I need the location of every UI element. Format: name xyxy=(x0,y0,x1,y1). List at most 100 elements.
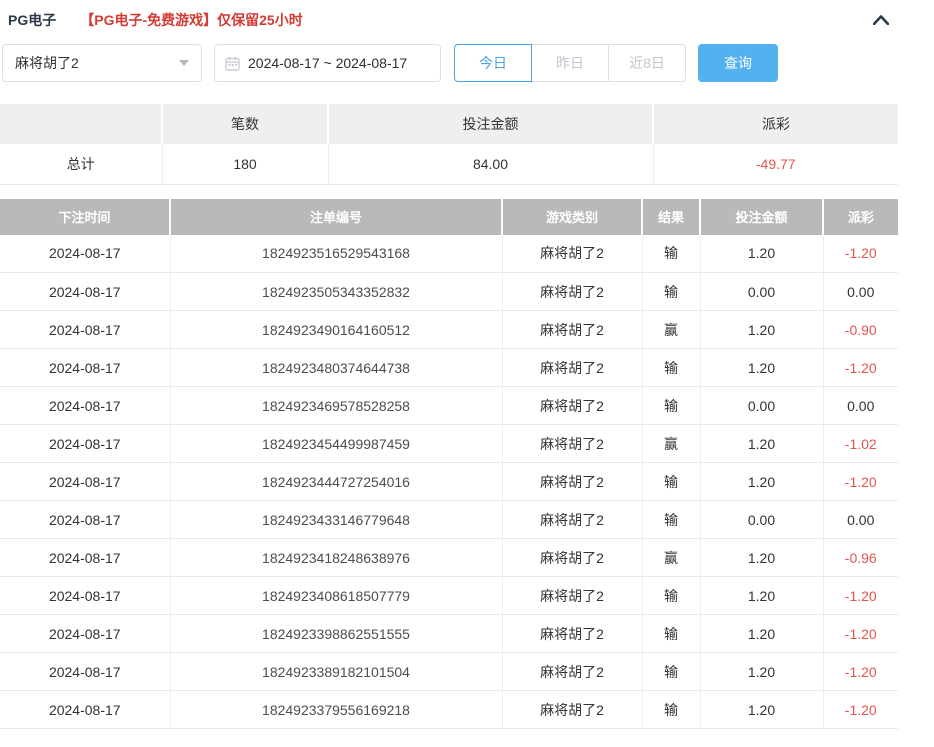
bet-date: 2024-08-17 xyxy=(0,463,170,501)
table-row: 2024-08-171824923444727254016麻将胡了2输1.20-… xyxy=(0,463,898,501)
bet-id: 1824923398862551555 xyxy=(170,615,502,653)
bet-id: 1824923454499987459 xyxy=(170,425,502,463)
col-game-type: 游戏类别 xyxy=(502,199,642,235)
bet-date: 2024-08-17 xyxy=(0,425,170,463)
quick-range-group: 今日 昨日 近8日 xyxy=(454,44,686,82)
col-result: 结果 xyxy=(642,199,700,235)
bet-date: 2024-08-17 xyxy=(0,615,170,653)
date-range-input[interactable]: 2024-08-17 ~ 2024-08-17 xyxy=(214,44,441,82)
bet-game: 麻将胡了2 xyxy=(502,653,642,691)
page-title: PG电子 xyxy=(8,10,56,30)
last-8-days-button[interactable]: 近8日 xyxy=(608,44,686,82)
bet-date: 2024-08-17 xyxy=(0,501,170,539)
bet-date: 2024-08-17 xyxy=(0,273,170,311)
bet-amount: 1.20 xyxy=(700,425,823,463)
table-row: 2024-08-171824923408618507779麻将胡了2输1.20-… xyxy=(0,577,898,615)
bet-result: 输 xyxy=(642,273,700,311)
table-row: 2024-08-171824923469578528258麻将胡了2输0.000… xyxy=(0,387,898,425)
bet-result: 输 xyxy=(642,653,700,691)
bet-game: 麻将胡了2 xyxy=(502,463,642,501)
calendar-icon xyxy=(225,56,240,71)
summary-total-bet-amount: 84.00 xyxy=(328,144,653,184)
notice-text: 【PG电子-免费游戏】仅保留25小时 xyxy=(80,10,302,30)
game-select[interactable]: 麻将胡了2 xyxy=(2,44,202,82)
game-select-value: 麻将胡了2 xyxy=(15,53,79,73)
col-bet-time: 下注时间 xyxy=(0,199,170,235)
table-row: 2024-08-171824923516529543168麻将胡了2输1.20-… xyxy=(0,235,898,273)
bet-amount: 1.20 xyxy=(700,577,823,615)
bet-amount: 1.20 xyxy=(700,653,823,691)
table-row: 2024-08-171824923398862551555麻将胡了2输1.20-… xyxy=(0,615,898,653)
bet-date: 2024-08-17 xyxy=(0,349,170,387)
chevron-up-icon[interactable] xyxy=(872,11,890,29)
bet-amount: 1.20 xyxy=(700,615,823,653)
bet-id: 1824923480374644738 xyxy=(170,349,502,387)
bet-date: 2024-08-17 xyxy=(0,235,170,273)
bet-date: 2024-08-17 xyxy=(0,577,170,615)
bet-game: 麻将胡了2 xyxy=(502,691,642,729)
bets-header-row: 下注时间 注单编号 游戏类别 结果 投注金额 派彩 xyxy=(0,199,898,235)
col-bet-amount: 投注金额 xyxy=(700,199,823,235)
summary-total-row: 总计 180 84.00 -49.77 xyxy=(0,144,898,184)
table-row: 2024-08-171824923389182101504麻将胡了2输1.20-… xyxy=(0,653,898,691)
bet-payout: 0.00 xyxy=(823,273,898,311)
bet-payout: -1.20 xyxy=(823,349,898,387)
bets-table-body: 2024-08-171824923516529543168麻将胡了2输1.20-… xyxy=(0,235,898,729)
bet-game: 麻将胡了2 xyxy=(502,273,642,311)
bet-amount: 1.20 xyxy=(700,235,823,273)
bet-result: 输 xyxy=(642,501,700,539)
col-bet-id: 注单编号 xyxy=(170,199,502,235)
bet-result: 赢 xyxy=(642,425,700,463)
bets-table: 下注时间 注单编号 游戏类别 结果 投注金额 派彩 2024-08-171824… xyxy=(0,199,898,730)
bet-payout: -1.20 xyxy=(823,463,898,501)
bet-payout: -0.96 xyxy=(823,539,898,577)
bet-payout: -1.20 xyxy=(823,653,898,691)
bet-result: 输 xyxy=(642,387,700,425)
date-range-value: 2024-08-17 ~ 2024-08-17 xyxy=(248,55,407,71)
bet-date: 2024-08-17 xyxy=(0,653,170,691)
bet-game: 麻将胡了2 xyxy=(502,387,642,425)
bet-game: 麻将胡了2 xyxy=(502,349,642,387)
summary-total-label: 总计 xyxy=(0,144,162,184)
bet-payout: 0.00 xyxy=(823,501,898,539)
bet-payout: -1.20 xyxy=(823,615,898,653)
summary-table: 笔数 投注金额 派彩 总计 180 84.00 -49.77 xyxy=(0,104,898,185)
bet-id: 1824923516529543168 xyxy=(170,235,502,273)
bet-payout: -1.02 xyxy=(823,425,898,463)
bet-game: 麻将胡了2 xyxy=(502,577,642,615)
bet-game: 麻将胡了2 xyxy=(502,615,642,653)
bet-id: 1824923444727254016 xyxy=(170,463,502,501)
table-row: 2024-08-171824923433146779648麻将胡了2输0.000… xyxy=(0,501,898,539)
table-row: 2024-08-171824923454499987459麻将胡了2赢1.20-… xyxy=(0,425,898,463)
bet-amount: 0.00 xyxy=(700,501,823,539)
table-row: 2024-08-171824923505343352832麻将胡了2输0.000… xyxy=(0,273,898,311)
summary-col-bet-amount: 投注金额 xyxy=(328,104,653,144)
bet-payout: -1.20 xyxy=(823,235,898,273)
bet-game: 麻将胡了2 xyxy=(502,311,642,349)
bet-amount: 0.00 xyxy=(700,273,823,311)
bet-payout: 0.00 xyxy=(823,387,898,425)
bet-result: 输 xyxy=(642,577,700,615)
bet-game: 麻将胡了2 xyxy=(502,501,642,539)
bet-game: 麻将胡了2 xyxy=(502,539,642,577)
bet-id: 1824923490164160512 xyxy=(170,311,502,349)
bet-amount: 1.20 xyxy=(700,691,823,729)
bet-payout: -1.20 xyxy=(823,691,898,729)
bet-result: 赢 xyxy=(642,539,700,577)
bet-amount: 0.00 xyxy=(700,387,823,425)
bet-id: 1824923469578528258 xyxy=(170,387,502,425)
today-button[interactable]: 今日 xyxy=(454,44,532,82)
bet-date: 2024-08-17 xyxy=(0,311,170,349)
bet-id: 1824923408618507779 xyxy=(170,577,502,615)
bet-amount: 1.20 xyxy=(700,539,823,577)
bet-date: 2024-08-17 xyxy=(0,387,170,425)
bet-result: 输 xyxy=(642,691,700,729)
summary-total-payout: -49.77 xyxy=(653,144,898,184)
yesterday-button[interactable]: 昨日 xyxy=(531,44,609,82)
table-row: 2024-08-171824923418248638976麻将胡了2赢1.20-… xyxy=(0,539,898,577)
col-payout: 派彩 xyxy=(823,199,898,235)
bet-result: 输 xyxy=(642,463,700,501)
search-button[interactable]: 查询 xyxy=(698,44,778,82)
summary-total-count: 180 xyxy=(162,144,328,184)
bet-date: 2024-08-17 xyxy=(0,539,170,577)
